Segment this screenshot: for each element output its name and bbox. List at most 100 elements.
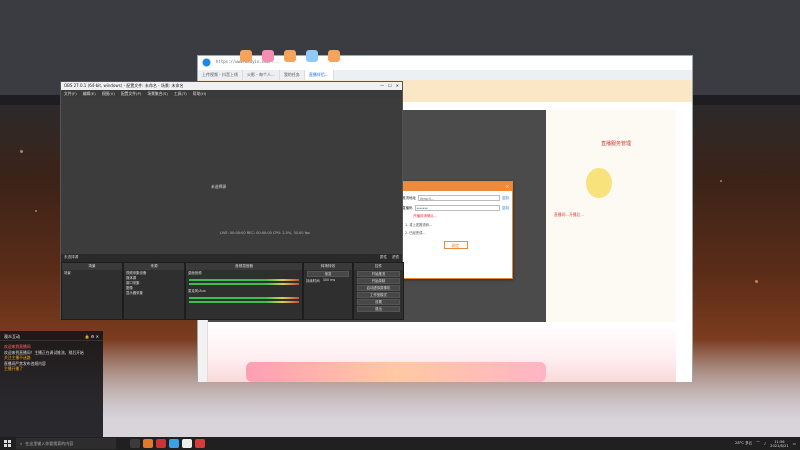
dialog-row: 推流地址 rtmp://... 复制 (402, 195, 509, 201)
duration-field[interactable]: 300 ms (323, 278, 336, 283)
studio-mode-button[interactable]: 工作室模式 (357, 292, 400, 298)
close-icon[interactable]: ✕ (506, 184, 509, 189)
menu-edit[interactable]: 编辑(E) (83, 91, 96, 97)
dock-title: 控件 (354, 263, 403, 270)
obs-menubar: 文件(F) 编辑(E) 视图(V) 配置文件(P) 场景集合(S) 工具(T) … (61, 90, 402, 98)
audio-mixer-dock: 音频混音器 桌面音频 麦克风/Aux (185, 262, 303, 320)
source-toolbar: 未选择源 属性 滤镜 (61, 254, 402, 262)
dialog-row: 直播码 ******* 复制 (402, 205, 509, 211)
system-tray: 28°C 多云 ⌒ ♪ 11:56 2021/8/21 ▭ (735, 437, 796, 450)
stream-key-field[interactable]: ******* (414, 205, 500, 211)
dialog-header: ✕ (399, 182, 512, 191)
chat-message: 主播开播了 (4, 366, 23, 371)
start-streaming-button[interactable]: 开始推流 (357, 271, 400, 277)
virtual-camera-button[interactable]: 启动虚拟摄像机 (357, 285, 400, 291)
row-label: 直播码 (402, 205, 413, 210)
search-icon: ⌕ (20, 441, 23, 446)
no-source-label: 未选择源 (211, 184, 227, 189)
feature-icon[interactable] (240, 50, 252, 62)
side-panel-title: 直播服务管理 (601, 141, 632, 147)
feature-icon[interactable] (284, 50, 296, 62)
taskbar: ⌕ 在这里输入你要搜索的内容 28°C 多云 ⌒ ♪ 11:56 2021/8/… (0, 437, 800, 450)
windows-icon (3, 440, 11, 447)
transitions-dock: 转场特效 渐变 持续时间 300 ms (303, 262, 353, 320)
notification-icon[interactable]: ▭ (793, 442, 796, 446)
menu-file[interactable]: 文件(F) (64, 91, 77, 97)
mixer-channel-label: 麦克风/Aux (188, 289, 206, 293)
exit-button[interactable]: 退出 (357, 306, 400, 312)
dialog-note: 1. 将上述推流码... (405, 223, 433, 227)
mixer-channel-label: 桌面音频 (188, 271, 202, 275)
feature-icon[interactable] (328, 50, 340, 62)
volume-slider[interactable] (189, 301, 299, 303)
obs-window: OBS 27.0.1 (64-bit, windows) - 配置文件: 未命名… (60, 81, 404, 320)
settings-button[interactable]: 设置 (357, 299, 400, 305)
volume-slider[interactable] (189, 283, 299, 285)
menu-view[interactable]: 视图(V) (102, 91, 115, 97)
scenes-dock: 场景 场景 (61, 262, 123, 320)
browser-logo-icon (202, 58, 211, 67)
browser-app-icon[interactable] (169, 439, 179, 448)
menu-tools[interactable]: 工具(T) (174, 91, 187, 97)
window-controls[interactable]: — ☐ ✕ (380, 83, 399, 89)
app-icon[interactable] (195, 439, 205, 448)
no-source-label: 未选择源 (64, 255, 79, 259)
tab-tasks[interactable]: 我的任务 (280, 70, 305, 80)
app-icon[interactable] (143, 439, 153, 448)
copy-button[interactable]: 复制 (502, 206, 509, 211)
chat-header: 观众互动 🔒 ⚙ ✕ (0, 331, 103, 341)
row-label: 推流地址 (402, 195, 416, 200)
sources-dock: 来源 视频采集设备 媒体源 窗口采集 图像 显示器采集 (123, 262, 185, 320)
copy-button[interactable]: 复制 (502, 196, 509, 201)
start-button[interactable] (0, 437, 14, 450)
dock-title: 来源 (124, 263, 184, 270)
chat-title: 观众互动 (4, 334, 20, 339)
properties-button[interactable]: 属性 (380, 255, 387, 259)
volume-icon[interactable]: ♪ (764, 442, 766, 446)
obs-title: OBS 27.0.1 (64-bit, windows) - 配置文件: 未命名… (64, 83, 184, 88)
clock-date: 2021/8/21 (770, 443, 789, 448)
obs-titlebar: OBS 27.0.1 (64-bit, windows) - 配置文件: 未命名… (61, 82, 402, 90)
obs-app-icon[interactable] (182, 439, 192, 448)
chat-panel: 观众互动 🔒 ⚙ ✕ 欢迎来到直播间 欢迎来到直播间！主播正在调试推流，稍后开始… (0, 331, 103, 437)
side-panel-tip: 直播间...开播后... (554, 212, 585, 217)
obs-statusbar: LIVE: 00:00:00 REC: 00:00:00 CPU: 2.5%, … (220, 231, 310, 235)
ember-decoration (720, 180, 722, 182)
app-icon[interactable] (156, 439, 166, 448)
dialog-note: 2. 已经完成... (405, 231, 426, 235)
site-icon-row (240, 50, 340, 62)
stream-url-field[interactable]: rtmp://... (418, 195, 500, 201)
task-view-icon[interactable] (130, 439, 140, 448)
volume-meter (189, 297, 299, 299)
ember-decoration (35, 210, 37, 212)
dock-title: 转场特效 (304, 263, 352, 270)
mascot-image (586, 168, 612, 198)
filters-button[interactable]: 滤镜 (392, 255, 399, 259)
dock-title: 音频混音器 (186, 263, 302, 270)
network-icon[interactable]: ⌒ (756, 441, 760, 446)
dialog-warning: 开播前请确认... (413, 214, 438, 218)
dock-title: 场景 (62, 263, 122, 270)
search-placeholder: 在这里输入你要搜索的内容 (25, 441, 74, 446)
browser-tabs: 上传视频 - 抖音上线 火影 - 每个人... 我的任务 直播伴侣... (198, 70, 692, 80)
source-item[interactable]: 显示器采集 (126, 291, 182, 296)
menu-scene-collection[interactable]: 场景集合(S) (147, 91, 168, 97)
weather-info[interactable]: 28°C 多云 (735, 441, 752, 446)
chat-controls[interactable]: 🔒 ⚙ ✕ (85, 334, 99, 339)
menu-help[interactable]: 帮助(H) (193, 91, 206, 97)
scene-item[interactable]: 场景 (64, 271, 120, 276)
duration-label: 持续时间 (306, 279, 320, 283)
chat-messages: 欢迎来到直播间 欢迎来到直播间！主播正在调试推流，稍后开始 关注主播不迷路 直播… (0, 341, 103, 375)
promo-banner[interactable] (246, 362, 546, 382)
confirm-button[interactable]: 确定 (443, 241, 468, 249)
tab-naruto[interactable]: 火影 - 每个人... (243, 70, 280, 80)
start-recording-button[interactable]: 开始录制 (357, 278, 400, 284)
feature-icon[interactable] (306, 50, 318, 62)
clock[interactable]: 11:56 2021/8/21 (770, 440, 788, 448)
feature-icon[interactable] (262, 50, 274, 62)
tab-live[interactable]: 直播伴侣... (304, 70, 334, 80)
ember-decoration (755, 280, 758, 283)
tab-upload[interactable]: 上传视频 - 抖音上线 (198, 70, 243, 80)
menu-profile[interactable]: 配置文件(P) (121, 91, 141, 97)
taskbar-search[interactable]: ⌕ 在这里输入你要搜索的内容 (16, 438, 116, 449)
